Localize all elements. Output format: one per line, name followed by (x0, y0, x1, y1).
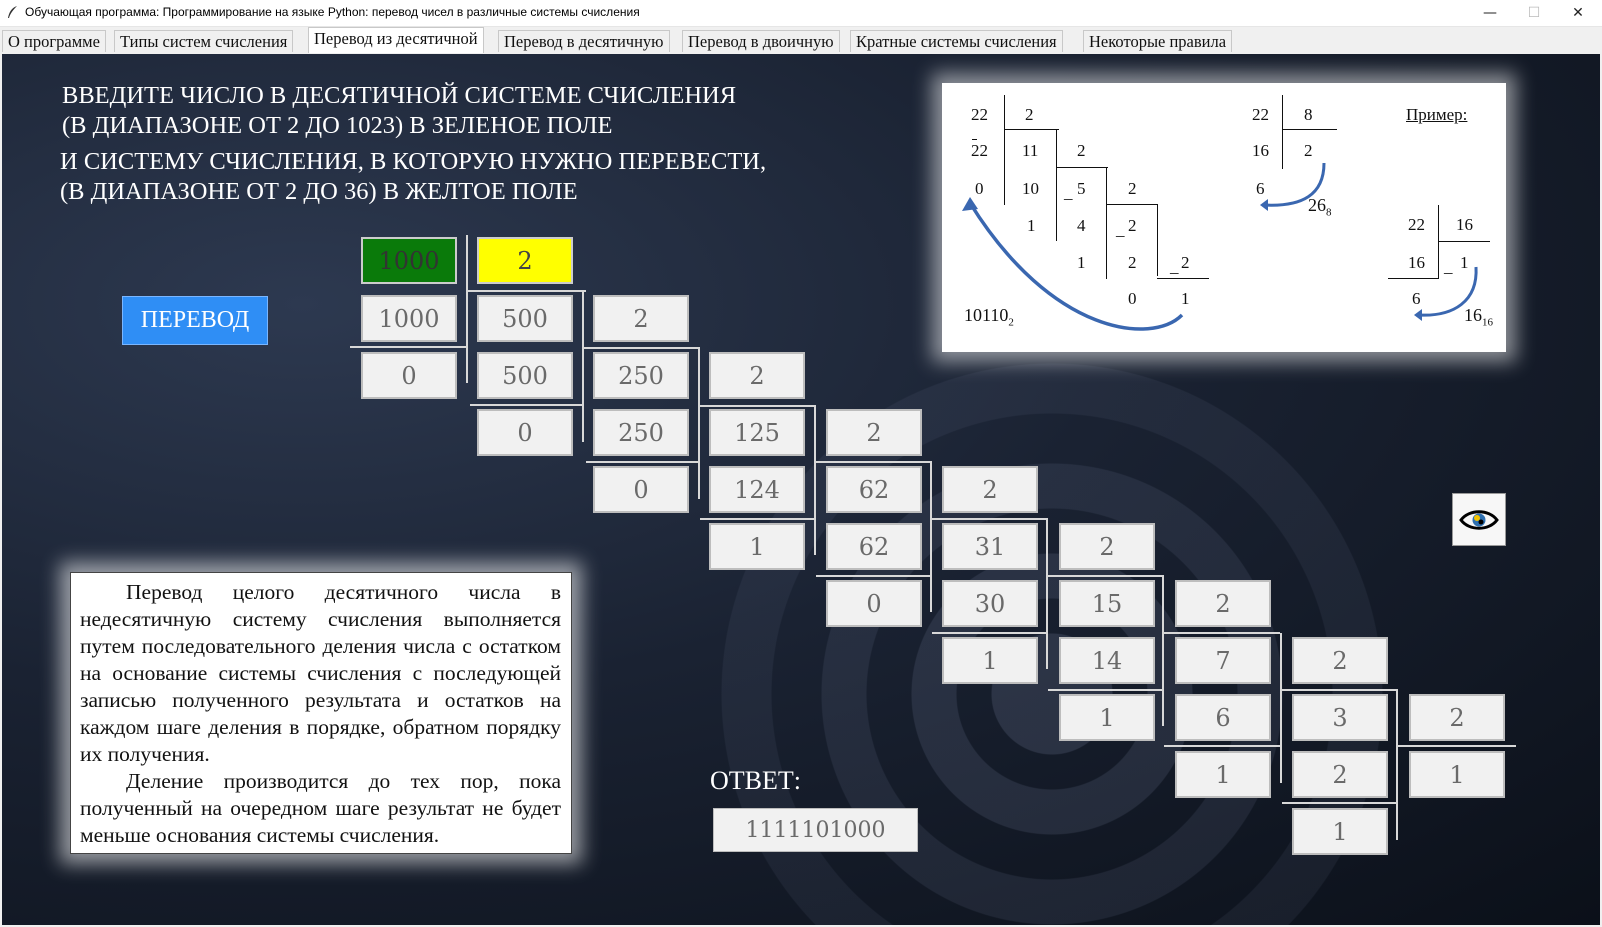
close-button[interactable]: ✕ (1556, 0, 1600, 26)
minimize-button[interactable]: — (1468, 0, 1512, 26)
division-cell: 0 (361, 352, 457, 399)
heading-line-3: И СИСТЕМУ СЧИСЛЕНИЯ, В КОТОРУЮ НУЖНО ПЕР… (60, 148, 767, 175)
division-line (698, 349, 700, 499)
heading-line-1: ВВЕДИТЕ ЧИСЛО В ДЕСЯТИЧНОЙ СИСТЕМЕ СЧИСЛ… (62, 82, 737, 109)
number-input[interactable]: 1000 (361, 237, 457, 284)
example-image: Пример: 22 2 22 11 2 0 10 _ 5 2 1 4 _ 2 … (942, 83, 1506, 352)
tab-multiple-systems[interactable]: Кратные системы счисления (850, 30, 1063, 52)
heading-line-4: (В ДИАПАЗОНЕ ОТ 2 ДО 36) В ЖЕЛТОЕ ПОЛЕ (60, 178, 578, 205)
division-cell: 2 (709, 352, 805, 399)
division-line (814, 405, 816, 555)
division-line (470, 404, 584, 406)
info-paragraph-1: Перевод целого десятичного числа в недес… (80, 580, 561, 766)
division-line (930, 462, 932, 612)
division-cell: 31 (942, 523, 1038, 570)
tab-bar: О программе Типы систем счисления Перево… (0, 27, 1602, 53)
tab-to-binary[interactable]: Перевод в двоичную (682, 30, 840, 52)
division-cell: 2 (1292, 637, 1388, 684)
division-cell: 30 (942, 580, 1038, 627)
division-line (1162, 576, 1164, 726)
division-line (816, 575, 932, 577)
division-cell: 3 (1292, 694, 1388, 741)
division-cell: 2 (1059, 523, 1155, 570)
division-line (350, 346, 468, 348)
tab-about[interactable]: О программе (2, 30, 106, 52)
division-line (1280, 633, 1282, 783)
division-cell: 7 (1175, 637, 1271, 684)
title-bar: Обучающая программа: Программирование на… (0, 0, 1602, 27)
division-line (1282, 802, 1398, 804)
division-line (700, 518, 816, 520)
division-line (1164, 632, 1280, 634)
division-cell: 1000 (361, 295, 457, 342)
division-line (700, 405, 816, 407)
division-line (1164, 745, 1282, 747)
division-cell: 1 (942, 637, 1038, 684)
division-line (932, 518, 1048, 520)
division-cell: 0 (826, 580, 922, 627)
show-hint-button[interactable] (1452, 493, 1506, 546)
answer-label: ОТВЕТ: (710, 766, 801, 795)
division-cell: 0 (593, 466, 689, 513)
answer-output: 1111101000 (713, 808, 918, 852)
division-cell: 2 (1409, 694, 1505, 741)
division-line (586, 461, 700, 463)
division-cell: 2 (593, 295, 689, 342)
division-line (584, 347, 700, 349)
division-cell: 62 (826, 466, 922, 513)
main-panel: ВВЕДИТЕ ЧИСЛО В ДЕСЯТИЧНОЙ СИСТЕМЕ СЧИСЛ… (2, 54, 1600, 925)
eye-icon (1459, 509, 1499, 530)
division-cell: 1 (709, 523, 805, 570)
division-cell: 15 (1059, 580, 1155, 627)
division-cell: 6 (1175, 694, 1271, 741)
info-text-box: Перевод целого десятичного числа в недес… (70, 572, 572, 854)
division-line (468, 290, 586, 292)
division-cell: 1 (1292, 808, 1388, 855)
division-cell: 2 (1292, 751, 1388, 798)
division-line (932, 632, 1048, 634)
division-cell: 250 (593, 409, 689, 456)
division-line (816, 461, 932, 463)
info-paragraph-2: Деление производится до тех пор, пока по… (80, 769, 561, 847)
division-line (582, 292, 584, 442)
division-cell: 14 (1059, 637, 1155, 684)
division-line (1046, 519, 1048, 669)
tab-rules[interactable]: Некоторые правила (1083, 30, 1233, 52)
division-line (1048, 689, 1164, 691)
base-input[interactable]: 2 (477, 237, 573, 284)
heading-line-2: (В ДИАПАЗОНЕ ОТ 2 ДО 1023) В ЗЕЛЕНОЕ ПОЛ… (62, 112, 613, 139)
division-cell: 1 (1409, 751, 1505, 798)
division-cell: 500 (477, 295, 573, 342)
division-line (466, 235, 468, 383)
tab-number-systems[interactable]: Типы систем счисления (114, 30, 294, 52)
example-arrows (962, 162, 1478, 331)
maximize-button[interactable]: ☐ (1512, 0, 1556, 26)
tab-to-decimal[interactable]: Перевод в десятичную (498, 30, 670, 52)
division-cell: 1 (1175, 751, 1271, 798)
division-cell: 2 (826, 409, 922, 456)
division-line (1282, 689, 1398, 691)
division-cell: 250 (593, 352, 689, 399)
convert-button[interactable]: ПЕРЕВОД (122, 296, 268, 345)
app-feather-icon (8, 6, 17, 18)
division-cell: 500 (477, 352, 573, 399)
division-line (1048, 575, 1164, 577)
division-cell: 0 (477, 409, 573, 456)
division-cell: 2 (1175, 580, 1271, 627)
division-cell: 124 (709, 466, 805, 513)
window-title: Обучающая программа: Программирование на… (25, 5, 640, 19)
division-line (1398, 745, 1516, 747)
division-cell: 1 (1059, 694, 1155, 741)
division-cell: 62 (826, 523, 922, 570)
division-cell: 125 (709, 409, 805, 456)
division-line (1396, 690, 1398, 840)
tab-from-decimal[interactable]: Перевод из десятичной (308, 27, 484, 53)
division-cell: 2 (942, 466, 1038, 513)
